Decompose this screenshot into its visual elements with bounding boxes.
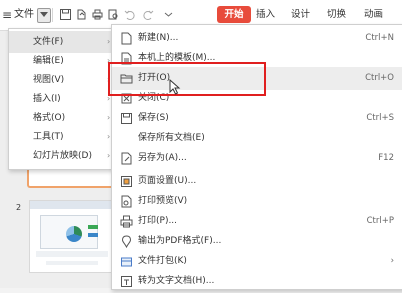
pie-chart-icon — [66, 226, 82, 242]
printer-icon — [120, 215, 133, 228]
menu-item-convert-to-text[interactable]: 转为文字文档(H)... — [112, 270, 402, 293]
chevron-down-icon — [40, 12, 48, 17]
close-document-icon — [121, 93, 132, 104]
template-icon — [121, 52, 132, 65]
file-dropdown-menu: 文件(F) › 编辑(E) › 视图(V) › 插入(I) › 格式(O) › … — [8, 28, 114, 170]
menu-item-label: 幻灯片放映(D) — [33, 151, 92, 161]
menu-item-save-as[interactable]: 另存为(A)... F12 — [112, 147, 402, 170]
printer-icon[interactable] — [92, 9, 103, 20]
package-icon — [121, 257, 132, 267]
toolbar-divider — [52, 8, 53, 22]
print-preview-icon — [121, 195, 132, 208]
slide-number: 2 — [16, 203, 22, 212]
file-dropdown-button[interactable] — [37, 8, 51, 23]
save-icon[interactable] — [60, 9, 71, 20]
menu-item-label: 转为文字文档(H)... — [138, 276, 215, 286]
folder-open-icon — [120, 74, 133, 84]
file-submenu: 新建(N)... Ctrl+N 本机上的模板(M)... 打开(O) Ctrl+… — [111, 24, 402, 290]
mouse-cursor-icon — [169, 79, 181, 95]
slide-footer — [36, 251, 108, 257]
hamburger-menu-icon[interactable]: ≡ — [2, 0, 14, 30]
new-document-icon — [121, 32, 132, 45]
slide-footer-line — [46, 261, 98, 265]
export-pdf-icon — [121, 235, 132, 248]
chevron-right-icon: › — [107, 151, 111, 160]
print-preview-icon[interactable] — [108, 9, 119, 20]
page-setup-icon — [121, 176, 132, 187]
file-menu-button[interactable]: 文件 — [14, 0, 34, 30]
convert-text-icon — [121, 276, 132, 287]
menu-item-label: 另存为(A)... — [138, 153, 187, 163]
redo-icon[interactable] — [143, 9, 154, 20]
shortcut-label: F12 — [378, 153, 394, 163]
legend-swatch-blue — [88, 233, 98, 237]
tab-start[interactable]: 开始 — [217, 6, 251, 23]
undo-icon[interactable] — [124, 9, 135, 20]
chevron-down-icon[interactable] — [163, 9, 174, 20]
legend-swatch-green — [88, 225, 98, 229]
save-icon — [121, 113, 132, 124]
save-as-icon — [121, 152, 132, 165]
menu-item-slideshow[interactable]: 幻灯片放映(D) › — [9, 145, 113, 167]
slide-header-bar — [30, 201, 118, 209]
export-pdf-icon[interactable] — [76, 9, 87, 20]
slide-thumbnail-2[interactable] — [29, 200, 119, 273]
